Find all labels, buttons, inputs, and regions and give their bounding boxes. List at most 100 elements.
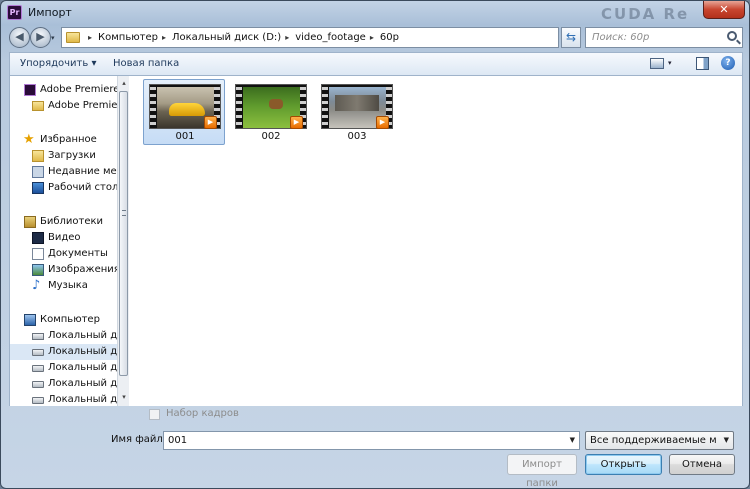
breadcrumb-separator[interactable]: ▸: [88, 33, 92, 42]
breadcrumb-separator[interactable]: ▸: [162, 33, 166, 42]
sidebar-item-pictures[interactable]: Изображения: [10, 262, 117, 278]
sidebar-item-music[interactable]: ♪ Музыка: [10, 278, 117, 294]
sidebar-item-adobe-premiere-root[interactable]: Adobe Premiere Pr: [10, 82, 117, 98]
sidebar-item-downloads[interactable]: Загрузки: [10, 148, 117, 164]
sidebar-item-libraries[interactable]: Библиотеки: [10, 214, 117, 230]
view-options-dropdown[interactable]: ▾: [668, 59, 672, 67]
file-type-dropdown-icon[interactable]: ▼: [724, 436, 729, 444]
file-name: 003: [347, 131, 367, 142]
sidebar-item-label: Adobe Premiere: [48, 100, 117, 111]
sidebar-item-label: Избранное: [40, 134, 97, 145]
grip-icon: [122, 210, 126, 216]
libraries-icon: [24, 216, 36, 228]
drive-icon: [32, 365, 44, 372]
play-icon: ▶: [290, 116, 303, 129]
play-icon: ▶: [376, 116, 389, 129]
close-button[interactable]: ✕: [703, 1, 745, 19]
film-strip-icon: [236, 85, 242, 128]
sidebar-item-local-disk-g[interactable]: Локальный диск: [10, 392, 117, 406]
image-sequence-label: Набор кадров: [166, 408, 239, 419]
filename-dropdown-icon[interactable]: ▼: [570, 436, 575, 444]
sidebar-item-label: Локальный диск: [48, 378, 117, 389]
sidebar-item-favorites[interactable]: ★ Избранное: [10, 132, 117, 148]
back-button[interactable]: ◀: [9, 27, 30, 48]
scrollbar-thumb[interactable]: [119, 91, 128, 376]
import-folder-button[interactable]: Импорт папки: [507, 454, 577, 488]
file-item-001[interactable]: ▶ 001: [143, 79, 225, 145]
sidebar-item-label: Локальный диск: [48, 330, 117, 341]
change-view-icon[interactable]: [650, 58, 664, 69]
background-watermark: CUDA Re: [601, 5, 690, 23]
cancel-button[interactable]: Отмена: [669, 454, 735, 475]
filename-field[interactable]: 001 ▼: [163, 431, 580, 450]
search-input[interactable]: Поиск: 60p: [585, 27, 743, 48]
breadcrumb-drive[interactable]: Локальный диск (D:): [172, 32, 281, 43]
breadcrumb-separator[interactable]: ▸: [370, 33, 374, 42]
file-list-pane[interactable]: ▶ 001 ▶ 002 ▶ 003: [129, 76, 743, 406]
sidebar-item-label: Изображения: [48, 264, 117, 275]
sidebar-item-local-disk-f[interactable]: Локальный диск: [10, 376, 117, 392]
street-image: [335, 95, 379, 111]
sidebar-item-documents[interactable]: Документы: [10, 246, 117, 262]
sidebar-item-local-disk-c[interactable]: Локальный диск: [10, 328, 117, 344]
car-image: [169, 103, 205, 116]
breadcrumb-separator[interactable]: ▸: [285, 33, 289, 42]
sidebar-item-label: Загрузки: [48, 150, 96, 161]
file-name: 002: [261, 131, 281, 142]
search-icon[interactable]: [727, 31, 737, 41]
sidebar-item-label: Видео: [48, 232, 81, 243]
drive-icon: [32, 397, 44, 404]
file-type-value: Все поддерживаемые мультимедиа: [590, 435, 716, 446]
sidebar-item-local-disk-d[interactable]: Локальный диск: [10, 344, 117, 360]
sidebar-item-adobe-premiere-folder[interactable]: Adobe Premiere: [10, 98, 117, 114]
sidebar-item-local-disk-e[interactable]: Локальный диск: [10, 360, 117, 376]
sidebar-item-label: Компьютер: [40, 314, 100, 325]
open-button[interactable]: Открыть: [585, 454, 662, 475]
image-sequence-checkbox[interactable]: [149, 409, 160, 420]
file-type-select[interactable]: Все поддерживаемые мультимедиа ▼: [585, 431, 734, 450]
music-icon: ♪: [32, 278, 41, 293]
sidebar-item-desktop[interactable]: Рабочий стол: [10, 180, 117, 196]
file-name: 001: [175, 131, 195, 142]
downloads-icon: [32, 150, 44, 162]
command-toolbar: Упорядочить ▾ Новая папка ▾ ?: [9, 52, 743, 76]
sidebar-item-video[interactable]: Видео: [10, 230, 117, 246]
play-icon: ▶: [204, 116, 217, 129]
system-drive-icon: [32, 333, 44, 340]
recent-places-icon: [32, 166, 44, 178]
title-bar[interactable]: Pr Импорт CUDA Re ✕: [1, 1, 749, 25]
window-title: Импорт: [28, 6, 72, 19]
help-icon[interactable]: ?: [721, 56, 735, 70]
forward-button[interactable]: ▶: [30, 27, 51, 48]
dialog-footer: Набор кадров Имя файла: 001 ▼ Все поддер…: [9, 406, 743, 488]
sidebar-item-label: Рабочий стол: [48, 182, 117, 193]
new-folder-button[interactable]: Новая папка: [113, 58, 179, 69]
address-bar[interactable]: ▸ Компьютер ▸ Локальный диск (D:) ▸ vide…: [61, 27, 614, 48]
preview-pane-icon[interactable]: [696, 57, 709, 70]
organize-menu-button[interactable]: Упорядочить ▾: [20, 58, 96, 69]
navigation-bar: ◀ ▶ ▾ ▸ Компьютер ▸ Локальный диск (D:) …: [1, 25, 749, 51]
file-item-002[interactable]: ▶ 002: [229, 79, 311, 145]
breadcrumb-60p[interactable]: 60p: [380, 32, 399, 43]
deer-image: [269, 99, 283, 109]
sidebar-item-label: Документы: [48, 248, 108, 259]
sidebar-scrollbar[interactable]: ▴ ▾: [117, 76, 129, 406]
import-dialog: Pr Импорт CUDA Re ✕ ◀ ▶ ▾ ▸ Компьютер ▸ …: [0, 0, 750, 489]
file-item-003[interactable]: ▶ 003: [315, 79, 397, 145]
sidebar-item-computer[interactable]: Компьютер: [10, 312, 117, 328]
navigation-pane: Adobe Premiere Pr Adobe Premiere ★ Избра…: [9, 76, 117, 406]
sidebar-item-label: Локальный диск: [48, 362, 117, 373]
star-icon: ★: [23, 132, 35, 147]
sidebar-item-label: Adobe Premiere Pr: [40, 84, 117, 95]
film-strip-icon: [322, 85, 328, 128]
recent-pages-dropdown[interactable]: ▾: [51, 34, 55, 42]
documents-icon: [32, 248, 44, 260]
sidebar-item-recent-places[interactable]: Недавние места: [10, 164, 117, 180]
breadcrumb-computer[interactable]: Компьютер: [98, 32, 158, 43]
drive-icon: [32, 381, 44, 388]
refresh-button[interactable]: ⇆: [561, 27, 581, 48]
film-strip-icon: [150, 85, 156, 128]
breadcrumb-video-footage[interactable]: video_footage: [295, 32, 366, 43]
computer-icon: [24, 314, 36, 326]
sidebar-item-label: Библиотеки: [40, 216, 104, 227]
